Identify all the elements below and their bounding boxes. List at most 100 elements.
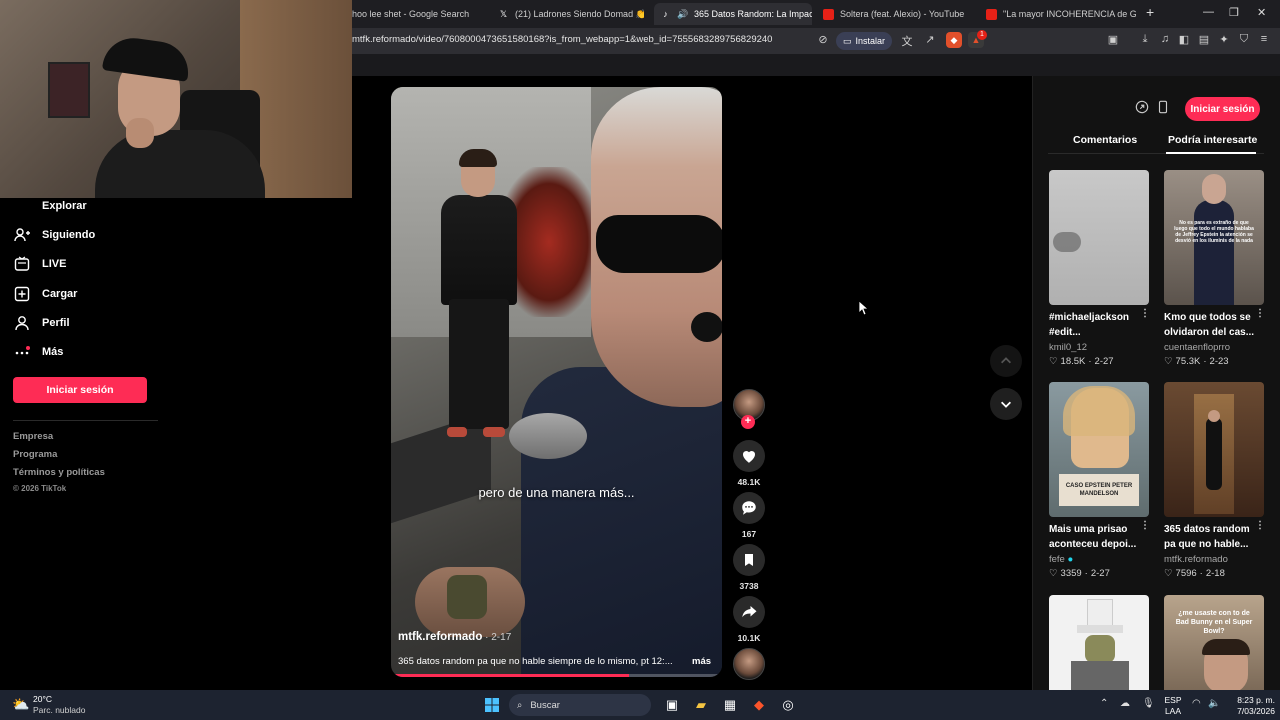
card-more-icon[interactable]: ⋮	[1255, 308, 1265, 319]
language-indicator[interactable]: ESP LAA	[1160, 695, 1186, 717]
tray-overflow-icon[interactable]: ⌃	[1100, 698, 1108, 709]
card-more-icon[interactable]: ⋮	[1140, 308, 1150, 319]
download-icon[interactable]: ⤓	[1138, 33, 1152, 46]
sidebar-item-perfil[interactable]: Perfil	[14, 315, 70, 331]
video-progress-bar[interactable]	[391, 674, 722, 677]
store-icon[interactable]: ▦	[720, 695, 740, 715]
footer-link-empresa[interactable]: Empresa	[13, 431, 53, 442]
wifi-icon[interactable]: ◠	[1192, 698, 1201, 709]
share-button[interactable]	[733, 596, 765, 628]
video-author-name[interactable]: mtfk.reformado	[398, 631, 482, 643]
microphone-icon[interactable]: 🎙	[1142, 698, 1155, 709]
card-thumbnail[interactable]: No es para es extraño de que luego que t…	[1164, 170, 1264, 305]
previous-video-button[interactable]	[990, 345, 1022, 377]
tab-title: hoo lee shet - Google Search	[352, 9, 470, 19]
file-explorer-icon[interactable]: ▰	[691, 695, 711, 715]
card-thumbnail[interactable]	[1049, 170, 1149, 305]
panel-icon[interactable]: ◧	[1177, 33, 1191, 46]
tab-podria-interesarte[interactable]: Podría interesarte	[1168, 134, 1257, 146]
tracking-icon[interactable]: ⊘	[816, 33, 830, 46]
heart-icon	[742, 450, 756, 463]
footer-link-terminos[interactable]: Términos y políticas	[13, 467, 105, 478]
share-icon[interactable]: ↗	[923, 33, 937, 46]
windows-start-icon[interactable]	[482, 695, 502, 715]
brave-shield-icon[interactable]: ◆	[946, 32, 962, 48]
verified-icon: ●	[1067, 554, 1074, 565]
new-tab-icon[interactable]: +	[1146, 4, 1154, 20]
card-thumbnail[interactable]: CASO EPSTEIN PETER MANDELSON	[1049, 382, 1149, 517]
weather-description[interactable]: Parc. nublado	[33, 705, 85, 715]
card-thumbnail[interactable]	[1164, 382, 1264, 517]
taskbar-search[interactable]: ⌕ Buscar	[509, 694, 651, 716]
card-thumbnail[interactable]	[1049, 595, 1149, 690]
restore-icon[interactable]: ❐	[1229, 6, 1239, 19]
video-person-shoe	[483, 427, 505, 437]
minimize-icon[interactable]: —	[1203, 6, 1214, 18]
sidebar-item-live[interactable]: LIVE	[14, 256, 66, 272]
volume-icon[interactable]: 🔈	[1208, 698, 1220, 709]
card-title[interactable]: #michaeljackson #edit...	[1049, 310, 1149, 340]
sidebar-item-explorar[interactable]: Explorar	[14, 198, 87, 214]
footer-link-programa[interactable]: Programa	[13, 449, 57, 460]
video-author[interactable]: mtfk.reformado · 2-17	[398, 631, 511, 643]
media-icon[interactable]: ♫	[1158, 33, 1172, 45]
next-video-button[interactable]	[990, 388, 1022, 420]
sidebar-item-cargar[interactable]: Cargar	[14, 286, 77, 302]
weather-cloud-sun-icon[interactable]: ⛅	[12, 696, 29, 713]
install-app-button[interactable]: ▭ Instalar	[836, 32, 893, 50]
tab-comentarios[interactable]: Comentarios	[1073, 134, 1137, 146]
video-person-hair	[459, 149, 497, 167]
menu-icon[interactable]: ≡	[1257, 33, 1271, 45]
card-author[interactable]: kmil0_12	[1049, 342, 1087, 353]
weather-temperature[interactable]: 20°C	[33, 694, 52, 704]
app-icon[interactable]: ◎	[778, 695, 798, 715]
tab-youtube-soltera[interactable]: Soltera (feat. Alexio) - YouTube	[823, 3, 973, 25]
brave-browser-icon[interactable]: ◆	[749, 695, 769, 715]
tab-youtube-god[interactable]: "La mayor INCOHERENCIA de GOD	[986, 3, 1136, 25]
card-author-name[interactable]: fefe	[1049, 554, 1065, 565]
desktop-app-icon[interactable]	[1132, 97, 1152, 117]
card-thumbnail[interactable]: ¿me usaste con to de Bad Bunny en el Sup…	[1164, 595, 1264, 690]
like-button[interactable]	[733, 440, 765, 472]
card-more-icon[interactable]: ⋮	[1140, 520, 1150, 531]
vpn-icon[interactable]: ⛉	[1237, 33, 1251, 46]
card-title[interactable]: 365 datos random pa que no hable...	[1164, 522, 1264, 552]
sidebar-item-mas[interactable]: Más	[14, 344, 63, 360]
card-author[interactable]: fefe ●	[1049, 554, 1073, 565]
wallet-icon[interactable]: ▤	[1197, 33, 1211, 46]
music-disc-avatar[interactable]	[733, 648, 765, 680]
close-window-icon[interactable]: ✕	[1257, 6, 1266, 19]
video-player[interactable]: pero de una manera más... mtfk.reformado…	[391, 87, 722, 677]
tab-google-search[interactable]: hoo lee shet - Google Search	[352, 3, 482, 25]
tab-title: 365 Datos Random: La Impac	[694, 9, 812, 19]
thumb-figure-head	[1208, 410, 1220, 422]
follow-plus-icon[interactable]: +	[741, 415, 755, 429]
sidebar-toggle-icon[interactable]: ▣	[1106, 33, 1120, 46]
onedrive-icon[interactable]: ☁	[1120, 698, 1130, 709]
task-view-icon[interactable]: ▣	[662, 695, 682, 715]
card-title[interactable]: Kmo que todos se olvidaron del cas...	[1164, 310, 1264, 340]
leo-ai-icon[interactable]: ✦	[1217, 33, 1231, 46]
video-person-jacket	[441, 195, 517, 305]
save-button[interactable]	[733, 544, 765, 576]
clock[interactable]: 8:23 p. m. 7/03/2026	[1225, 695, 1275, 717]
video-more-link[interactable]: más	[692, 656, 711, 667]
tab-tiktok-active[interactable]: ♪ 🔊 365 Datos Random: La Impac ✕	[654, 3, 812, 25]
translate-icon[interactable]: 文	[900, 33, 914, 49]
url-text[interactable]: mtfk.reformado/video/7608000473651580168…	[352, 34, 772, 45]
active-tab-indicator	[1166, 152, 1256, 154]
card-author[interactable]: cuentaenfloprro	[1164, 342, 1230, 353]
card-meta: ♡ 18.5K · 2-27	[1049, 356, 1114, 367]
tab-x-post[interactable]: 𝕏 (21) Ladrones Siendo Domad 👏 s en	[498, 3, 644, 25]
card-date: 2-18	[1205, 568, 1225, 579]
language-bottom: LAA	[1164, 706, 1182, 716]
comment-button[interactable]	[733, 492, 765, 524]
login-button[interactable]: Iniciar sesión	[13, 377, 147, 403]
phone-icon[interactable]	[1153, 97, 1173, 117]
panel-login-button[interactable]: Iniciar sesión	[1185, 97, 1260, 121]
card-title[interactable]: Mais uma prisao aconteceu depoi...	[1049, 522, 1149, 552]
language-top: ESP	[1164, 695, 1182, 705]
card-author[interactable]: mtfk.reformado	[1164, 554, 1228, 565]
sidebar-item-siguiendo[interactable]: Siguiendo	[14, 227, 95, 243]
card-more-icon[interactable]: ⋮	[1255, 520, 1265, 531]
